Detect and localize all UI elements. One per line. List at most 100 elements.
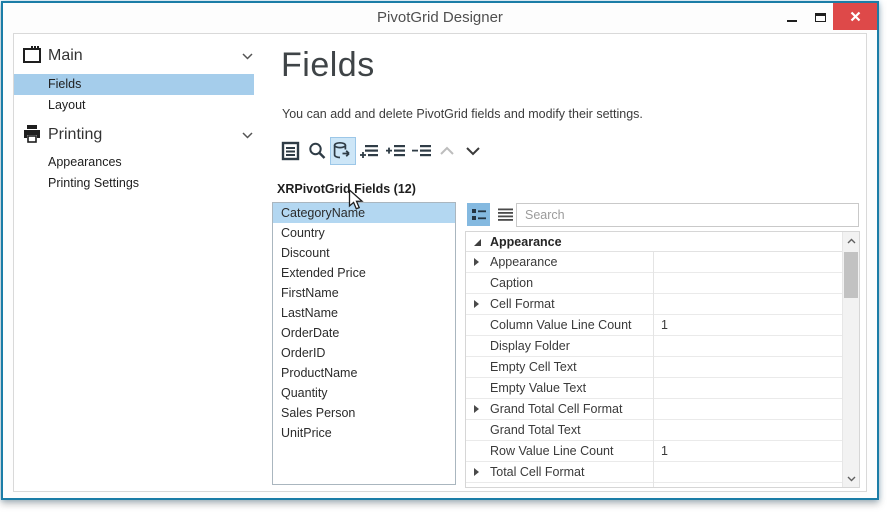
insert-field-icon <box>385 141 406 161</box>
field-list-item[interactable]: OrderID <box>273 343 455 363</box>
sidebar-item-label: Layout <box>48 98 86 112</box>
property-label: Grand Total Text <box>490 420 581 440</box>
scroll-down-button[interactable] <box>843 470 859 487</box>
field-list-item[interactable]: CategoryName <box>273 203 455 223</box>
search-icon <box>307 141 327 161</box>
property-label: Total Cell Format <box>490 462 584 482</box>
page-description: You can add and delete PivotGrid fields … <box>282 107 643 121</box>
property-label: Column Value Line Count <box>490 315 632 335</box>
titlebar[interactable]: PivotGrid Designer <box>3 3 877 33</box>
field-list-item[interactable]: LastName <box>273 303 455 323</box>
sidebar-item[interactable]: Appearances <box>14 152 254 173</box>
field-list-icon <box>281 141 301 161</box>
property-row[interactable]: Grand Total Cell Format <box>466 399 842 420</box>
categorized-view-button[interactable] <box>467 203 490 226</box>
sidebar-item[interactable]: Fields <box>14 74 254 95</box>
sidebar-item-label: Appearances <box>48 155 122 169</box>
sidebar-item[interactable]: Printing Settings <box>14 173 254 194</box>
field-list-item[interactable]: OrderDate <box>273 323 455 343</box>
property-label: Appearance <box>490 252 557 272</box>
expand-arrow-icon <box>474 300 479 308</box>
fields-list-label: XRPivotGrid Fields (12) <box>277 182 416 196</box>
property-label: Grand Total Cell Format <box>490 399 622 419</box>
close-button[interactable] <box>833 3 877 30</box>
vertical-scrollbar[interactable] <box>842 232 859 487</box>
retrieve-fields-icon <box>332 141 354 161</box>
alphabetical-view-button[interactable] <box>494 203 517 226</box>
property-row[interactable]: Column Value Line Count 1 <box>466 315 842 336</box>
property-row[interactable]: Total Cell Format <box>466 462 842 483</box>
alphabetical-view-icon <box>498 208 513 221</box>
sidebar-section-label: Printing <box>48 126 102 144</box>
property-label: Caption <box>490 273 533 293</box>
printer-icon <box>23 125 42 143</box>
field-list-item[interactable]: Quantity <box>273 383 455 403</box>
expand-arrow-icon <box>474 468 479 476</box>
scroll-up-button[interactable] <box>843 232 859 249</box>
field-list-item[interactable]: Country <box>273 223 455 243</box>
move-down-button[interactable] <box>460 137 486 165</box>
app-window-icon <box>23 46 42 64</box>
property-row[interactable]: Display Folder <box>466 336 842 357</box>
field-list-item[interactable]: UnitPrice <box>273 423 455 443</box>
property-row[interactable]: Empty Value Text <box>466 378 842 399</box>
expand-arrow-icon <box>474 258 479 266</box>
property-rows-host: Appearance Caption <box>466 252 842 483</box>
field-list-item[interactable]: Extended Price <box>273 263 455 283</box>
insert-field-button[interactable] <box>382 137 408 165</box>
content-frame: Main Fields Layout Printing <box>13 33 867 492</box>
chevron-down-icon <box>847 476 856 482</box>
property-grid-rows: Appearance Appearance <box>466 232 842 487</box>
chevron-down-icon <box>242 53 253 60</box>
property-row[interactable]: Row Value Line Count 1 <box>466 441 842 462</box>
sidebar-section-label: Main <box>48 47 83 65</box>
scrollbar-thumb[interactable] <box>844 252 858 298</box>
categorized-view-icon <box>472 208 486 221</box>
retrieve-fields-button[interactable] <box>330 137 356 165</box>
property-grid: Appearance Appearance <box>465 231 860 488</box>
sidebar-item-label: Fields <box>48 77 81 91</box>
property-row[interactable]: Empty Cell Text <box>466 357 842 378</box>
remove-field-icon <box>411 141 432 161</box>
sidebar-section-printing[interactable]: Printing <box>14 123 254 149</box>
add-field-button[interactable] <box>356 137 382 165</box>
property-value: 1 <box>661 441 668 461</box>
collapse-triangle-icon <box>474 239 481 246</box>
move-up-icon <box>439 146 455 156</box>
property-row[interactable]: Cell Format <box>466 294 842 315</box>
chevron-up-icon <box>847 238 856 244</box>
fields-toolbar <box>278 136 486 166</box>
field-list-item[interactable]: Discount <box>273 243 455 263</box>
fields-listbox: CategoryName Country Discount Extended P… <box>272 202 456 485</box>
field-list-button[interactable] <box>278 137 304 165</box>
chevron-down-icon <box>242 132 253 139</box>
property-grid-panel: Appearance Appearance <box>465 201 860 488</box>
property-row[interactable]: Caption <box>466 273 842 294</box>
property-search-input[interactable] <box>516 203 859 227</box>
page-title: Fields <box>281 46 375 85</box>
sidebar-section-main[interactable]: Main <box>14 44 254 70</box>
property-label: Display Folder <box>490 336 570 356</box>
field-list-item[interactable]: FirstName <box>273 283 455 303</box>
expand-arrow-icon <box>474 405 479 413</box>
move-up-button[interactable] <box>434 137 460 165</box>
property-label: Row Value Line Count <box>490 441 613 461</box>
property-row[interactable]: Grand Total Text <box>466 420 842 441</box>
sidebar-item[interactable]: Layout <box>14 95 254 116</box>
property-row[interactable]: Appearance <box>466 252 842 273</box>
field-list-item[interactable]: Sales Person <box>273 403 455 423</box>
minimize-icon <box>787 20 797 22</box>
window-title: PivotGrid Designer <box>3 9 877 26</box>
minimize-button[interactable] <box>777 3 807 31</box>
pivotgrid-designer-window: PivotGrid Designer Main <box>1 1 879 500</box>
sidebar-item-label: Printing Settings <box>48 176 139 190</box>
add-field-icon <box>359 141 380 161</box>
search-fields-button[interactable] <box>304 137 330 165</box>
property-value: 1 <box>661 315 668 335</box>
property-category-row[interactable]: Appearance <box>466 232 842 252</box>
remove-field-button[interactable] <box>408 137 434 165</box>
property-label: Cell Format <box>490 294 555 314</box>
property-category-label: Appearance <box>490 235 562 249</box>
maximize-button[interactable] <box>805 3 835 31</box>
field-list-item[interactable]: ProductName <box>273 363 455 383</box>
